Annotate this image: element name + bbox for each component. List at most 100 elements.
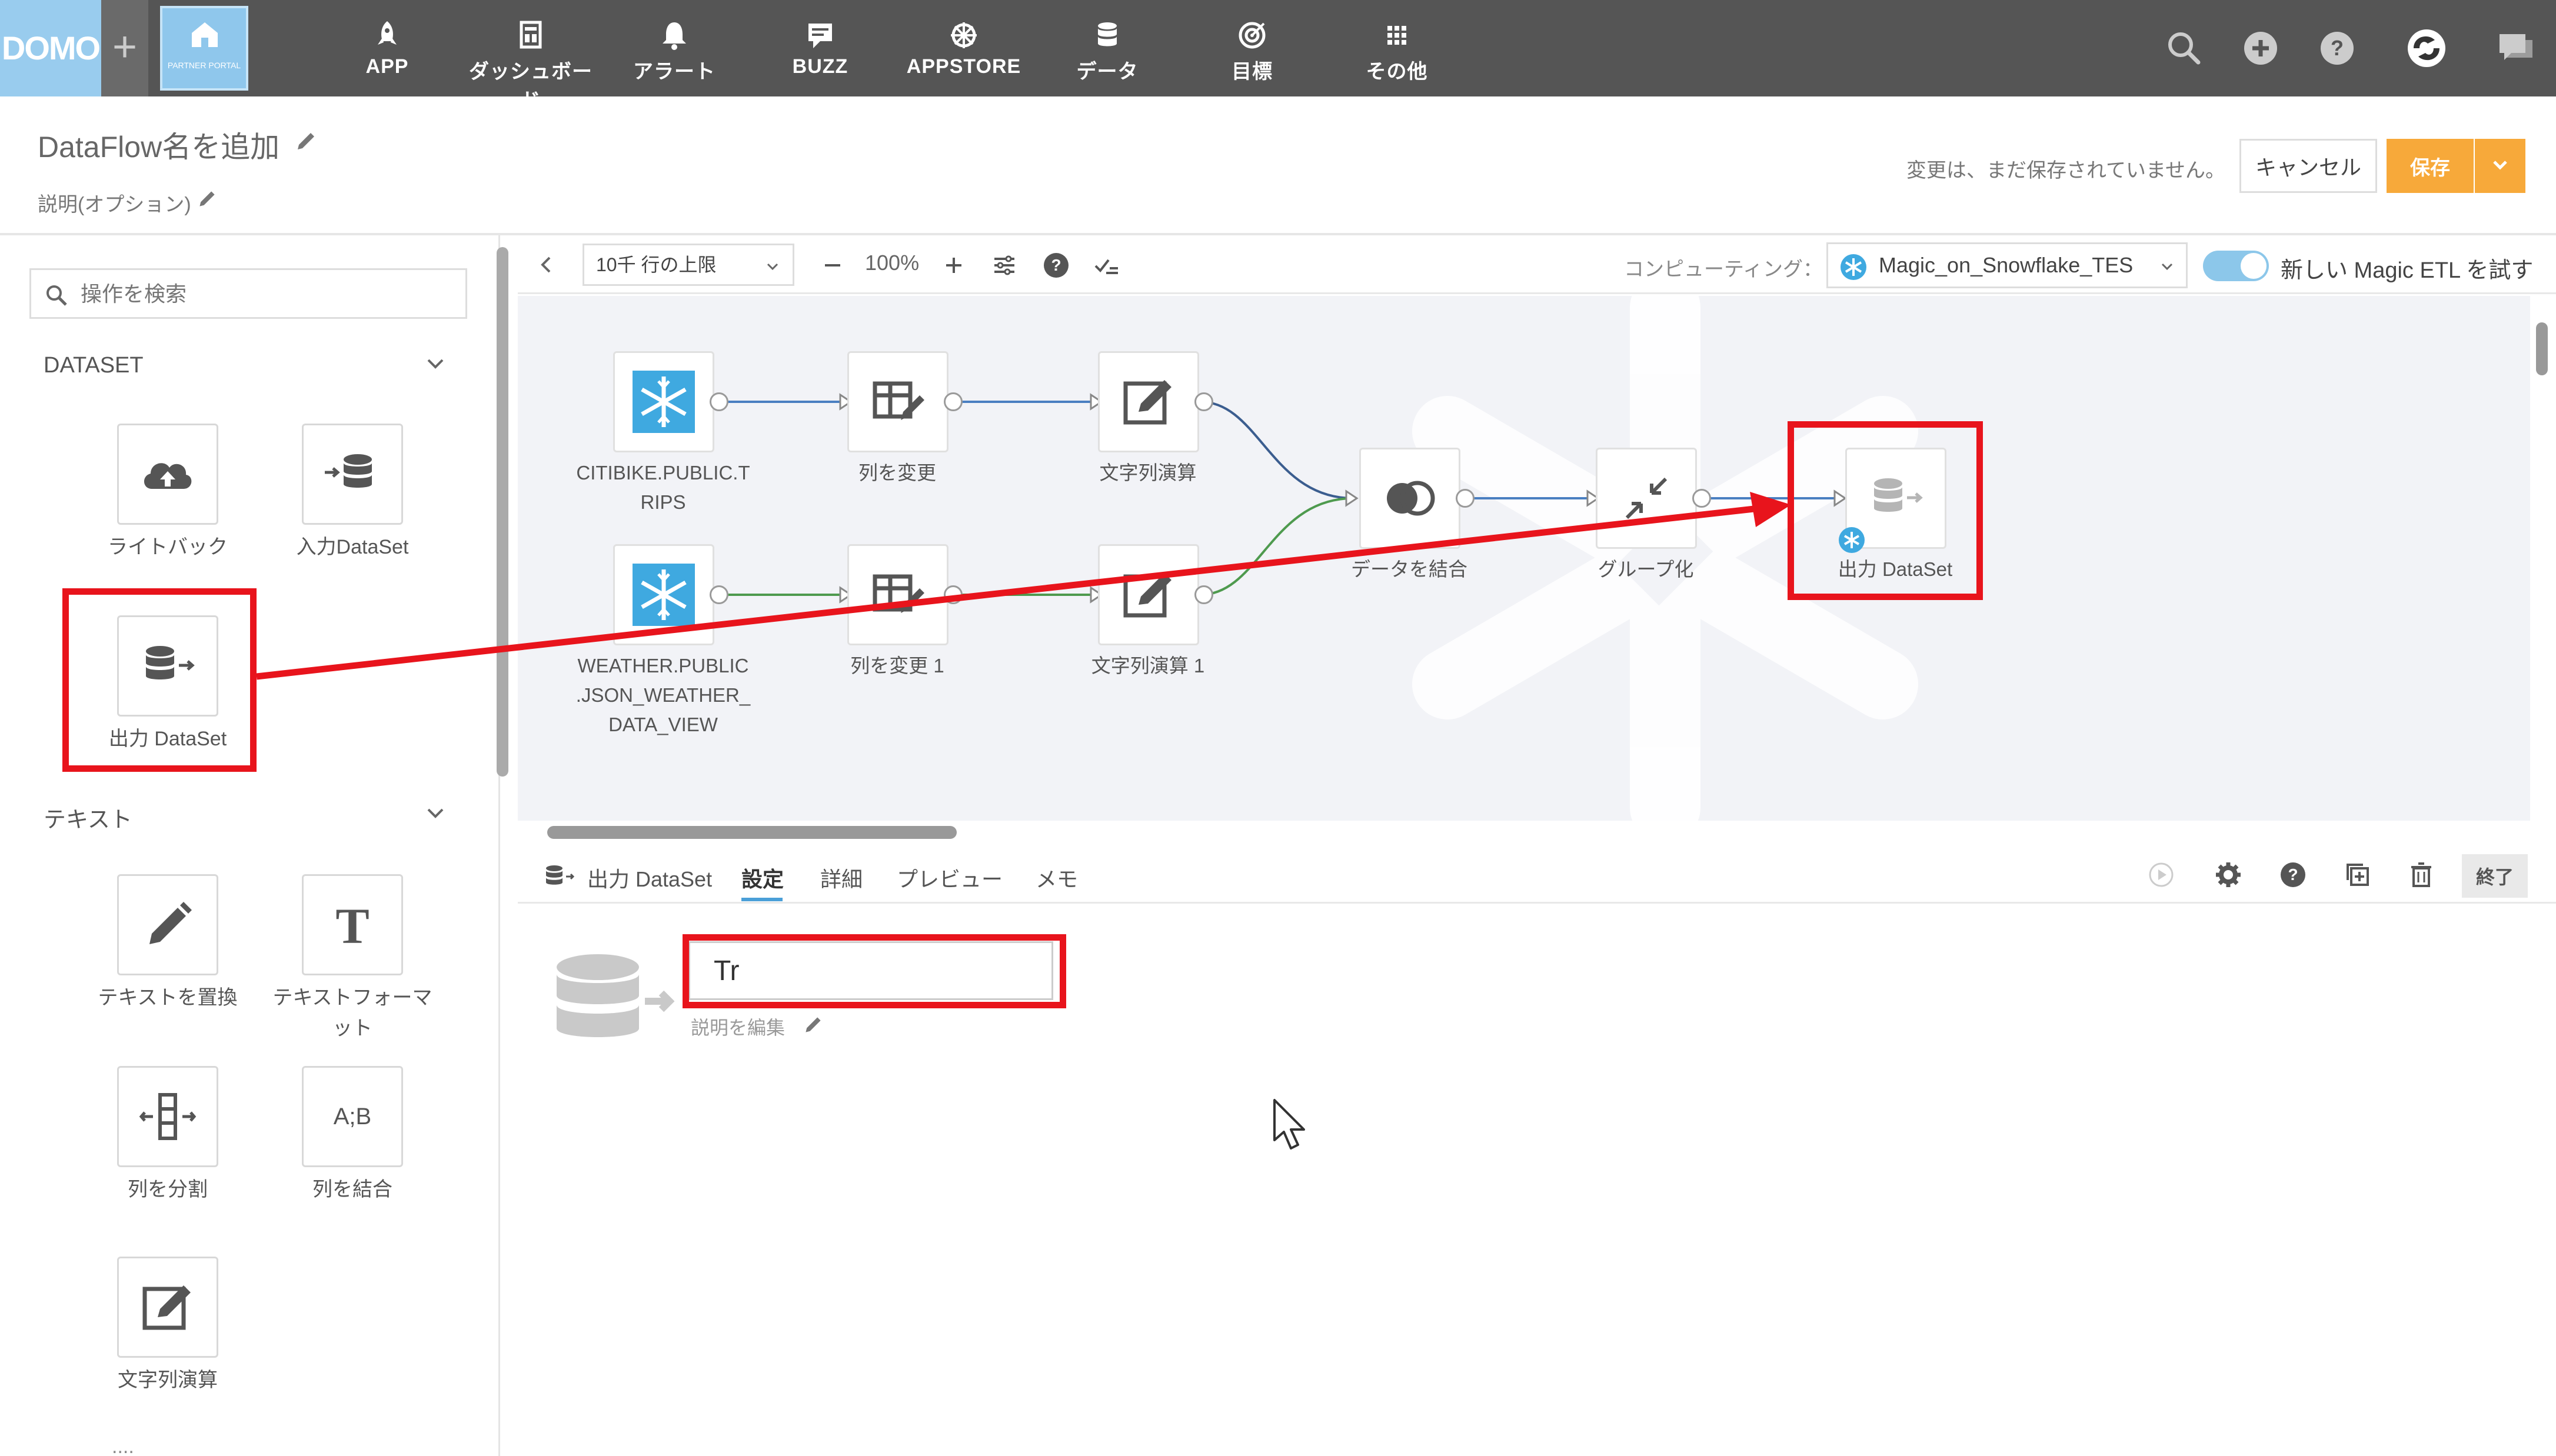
help-icon[interactable]: ?: [2315, 26, 2359, 71]
operations-search-input[interactable]: [81, 277, 445, 311]
left-panel-scrollbar[interactable]: [497, 247, 508, 777]
string-calc-icon: [1123, 573, 1172, 618]
tab-settings[interactable]: 設定: [741, 862, 784, 893]
node-group-by[interactable]: [1596, 448, 1697, 549]
node-port[interactable]: [1194, 585, 1213, 604]
node-port[interactable]: [1692, 489, 1711, 508]
node-port[interactable]: [710, 585, 728, 604]
tab-preview[interactable]: プレビュー: [897, 862, 1003, 893]
node-port[interactable]: [944, 585, 963, 604]
tile-box[interactable]: [302, 424, 403, 525]
save-dropdown-button[interactable]: [2475, 139, 2525, 193]
partner-portal-button[interactable]: PARTNER PORTAL: [160, 6, 248, 91]
cancel-button[interactable]: キャンセル: [2239, 139, 2377, 193]
string-calc-icon: [142, 1285, 191, 1330]
tile-replace-text[interactable]: テキストを置換: [82, 874, 253, 1013]
tile-box[interactable]: [117, 424, 218, 525]
svg-text:?: ?: [2288, 865, 2298, 884]
tab-notes[interactable]: メモ: [1036, 862, 1078, 893]
nav-item-goals[interactable]: 目標: [1182, 0, 1323, 96]
help-icon[interactable]: ?: [1041, 251, 1071, 280]
nav-label-alert: アラート: [633, 61, 715, 83]
nav-item-buzz[interactable]: BUZZ: [750, 0, 891, 96]
edit-description-pencil-icon[interactable]: [197, 188, 218, 209]
copy-icon[interactable]: [2343, 860, 2372, 889]
node-label-strcalc2: 文字列演算 1: [1091, 655, 1205, 677]
node-label-alter2: 列を変更 1: [850, 655, 944, 677]
messages-icon[interactable]: [2492, 26, 2537, 71]
nav-item-data[interactable]: データ: [1037, 0, 1178, 96]
mouse-cursor-icon: [1273, 1099, 1305, 1150]
node-label-strcalc1: 文字列演算: [1099, 462, 1197, 484]
dataflow-title[interactable]: DataFlow名を追加: [38, 124, 279, 166]
node-weather[interactable]: [613, 544, 714, 645]
node-alter-columns-1[interactable]: [847, 544, 948, 645]
run-icon[interactable]: [2146, 860, 2176, 889]
nav-item-appstore[interactable]: APPSTORE: [893, 0, 1034, 96]
selected-tile-name: 出力 DataSet: [587, 867, 713, 891]
node-port[interactable]: [710, 392, 728, 411]
trash-icon[interactable]: [2407, 860, 2436, 889]
tile-box[interactable]: [117, 874, 218, 975]
save-button[interactable]: 保存: [2387, 139, 2474, 193]
snowflake-icon: [633, 371, 695, 433]
join-icon: [1387, 481, 1435, 516]
tile-box[interactable]: A;B: [302, 1066, 403, 1167]
row-limit-select[interactable]: 10千 行の上限: [583, 244, 794, 286]
tile-box[interactable]: T: [302, 874, 403, 975]
nav-item-dashboard[interactable]: ダッシュボード: [460, 0, 601, 112]
node-port[interactable]: [1456, 489, 1475, 508]
tile-string-calc[interactable]: 文字列演算: [82, 1257, 253, 1395]
output-dataset-icon: [557, 954, 675, 1037]
add-circle-icon[interactable]: [2238, 26, 2283, 71]
node-port[interactable]: [1194, 392, 1213, 411]
edit-description-link[interactable]: 説明を編集: [691, 1013, 785, 1040]
search-icon[interactable]: [2162, 26, 2206, 71]
pencil-icon: [149, 902, 192, 944]
tile-writeback[interactable]: ライトバック: [82, 424, 253, 562]
canvas-vertical-scroll-thumb[interactable]: [2536, 322, 2548, 375]
chevron-down-icon[interactable]: [424, 801, 447, 825]
tile-box[interactable]: [117, 1066, 218, 1167]
output-dataset-icon: [546, 865, 575, 885]
pencil-icon[interactable]: [803, 1014, 824, 1035]
node-label-citibike: CITIBIKE.PUBLIC.T RIPS: [566, 458, 760, 517]
tile-text-format[interactable]: T テキストフォーマット: [267, 874, 438, 1044]
new-magic-etl-toggle[interactable]: [2203, 251, 2269, 281]
node-citibike[interactable]: [613, 351, 714, 452]
zoom-out-icon[interactable]: [818, 251, 847, 280]
edit-title-pencil-icon[interactable]: [294, 129, 318, 153]
node-join[interactable]: [1359, 448, 1460, 549]
compute-engine-select[interactable]: Magic_on_Snowflake_TES: [1826, 242, 2188, 288]
tile-input-dataset[interactable]: 入力DataSet: [267, 424, 438, 562]
tile-split-column[interactable]: 列を分割: [82, 1066, 253, 1205]
canvas-horizontal-scroll-thumb[interactable]: [547, 826, 957, 839]
dataflow-canvas[interactable]: CITIBIKE.PUBLIC.T RIPS 列を変更 文字列演算 WEATHER…: [518, 296, 2530, 821]
user-avatar-icon[interactable]: [2404, 26, 2449, 71]
tile-box[interactable]: [117, 1257, 218, 1358]
collapse-panel-icon[interactable]: [535, 254, 557, 275]
operations-search[interactable]: [29, 268, 467, 319]
node-alter-columns[interactable]: [847, 351, 948, 452]
chevron-down-icon[interactable]: [424, 352, 447, 375]
help-icon[interactable]: ?: [2278, 860, 2308, 889]
nav-item-alert[interactable]: アラート: [604, 0, 745, 96]
node-string-calc-1[interactable]: [1098, 544, 1199, 645]
tile-combine-column[interactable]: A;B 列を結合: [267, 1066, 438, 1205]
domo-logo[interactable]: DOMO: [0, 0, 101, 96]
zoom-in-icon[interactable]: [939, 251, 969, 280]
dataflow-description[interactable]: 説明(オプション): [38, 188, 191, 217]
gear-icon[interactable]: [2214, 860, 2243, 889]
validate-icon[interactable]: [1092, 251, 1121, 280]
node-port[interactable]: [944, 392, 963, 411]
layout-settings-icon[interactable]: [990, 251, 1019, 280]
nav-item-more[interactable]: その他: [1326, 0, 1467, 96]
nav-item-app[interactable]: APP: [317, 0, 458, 96]
tab-details[interactable]: 詳細: [820, 862, 863, 893]
section-title-dataset[interactable]: DATASET: [44, 353, 144, 378]
close-panel-button[interactable]: 終了: [2462, 854, 2528, 898]
tile-label-writeback: ライトバック: [108, 536, 228, 558]
node-string-calc[interactable]: [1098, 351, 1199, 452]
create-button[interactable]: +: [101, 0, 148, 96]
section-title-text[interactable]: テキスト: [44, 801, 132, 834]
